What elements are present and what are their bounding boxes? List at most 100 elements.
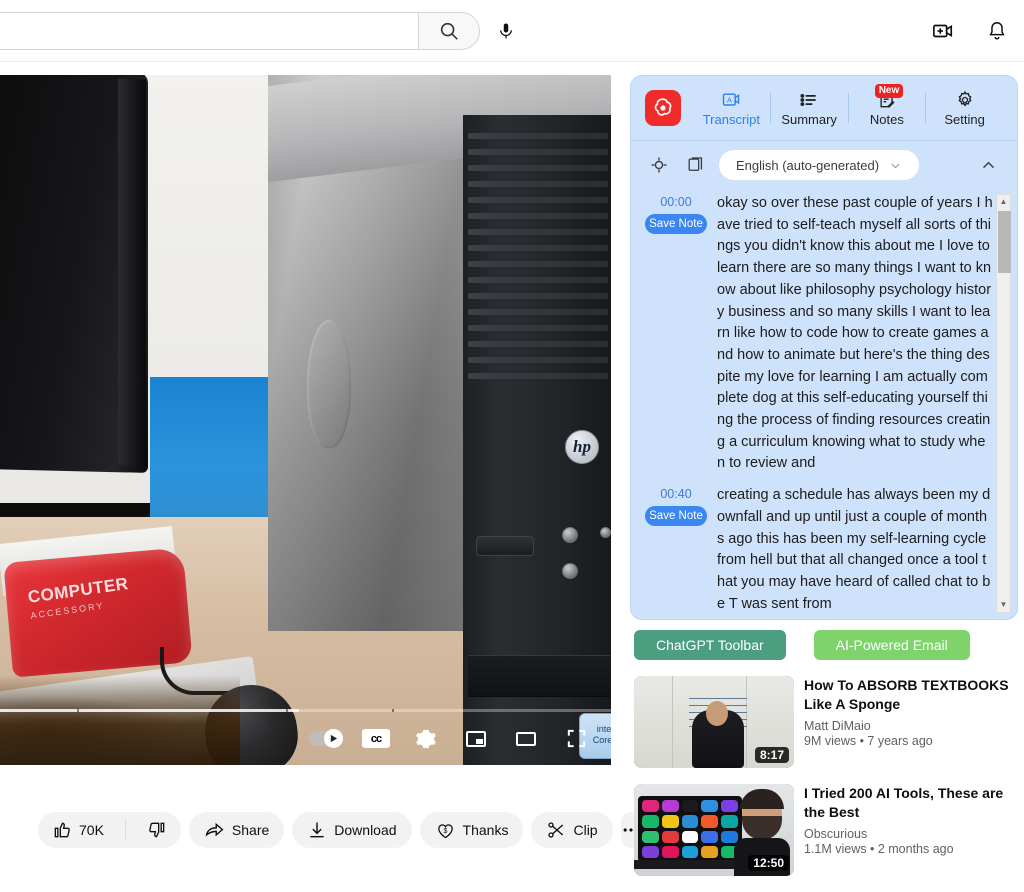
- search-button[interactable]: [418, 12, 480, 50]
- save-note-button[interactable]: Save Note: [645, 506, 707, 527]
- create-button[interactable]: [924, 12, 962, 50]
- tab-summary[interactable]: Summary: [771, 86, 848, 131]
- video-meta: 9M views • 7 years ago: [804, 734, 933, 748]
- video-channel[interactable]: Matt DiMaio: [804, 719, 1024, 733]
- chevron-up-icon: [982, 161, 994, 168]
- play-icon: [330, 734, 338, 743]
- transcript-item-controls: 00:00 Save Note: [645, 193, 707, 475]
- transcript-item-controls: 00:40 Save Note: [645, 485, 707, 615]
- miniplayer-button[interactable]: [455, 718, 497, 760]
- miniplayer-icon: [466, 730, 486, 747]
- transcript-scrollbar[interactable]: ▲ ▼: [996, 194, 1011, 613]
- target-crosshair-icon: [651, 157, 667, 173]
- video-frame: hp intelCore2 COMPUTERACCESSORY: [0, 75, 611, 765]
- transcript-icon: A: [723, 92, 740, 106]
- language-value: English (auto-generated): [735, 157, 880, 173]
- thanks-label: Thanks: [462, 822, 509, 838]
- clip-button[interactable]: Clip: [531, 812, 613, 848]
- gear-icon: [958, 90, 972, 107]
- power-button-hardware: [476, 536, 534, 556]
- language-select[interactable]: English (auto-generated): [719, 150, 919, 180]
- copy-transcript-button[interactable]: [683, 153, 707, 177]
- video-meta: 1.1M views • 2 months ago: [804, 842, 954, 856]
- video-duration: 8:17: [754, 747, 789, 763]
- voice-search-button[interactable]: [488, 13, 524, 49]
- optical-drive-slot: [468, 655, 610, 697]
- notifications-button[interactable]: [978, 12, 1016, 50]
- cc-icon: cc: [362, 729, 390, 748]
- search-icon: [440, 22, 458, 40]
- settings-button[interactable]: [405, 718, 447, 760]
- like-button[interactable]: 70K: [38, 812, 118, 848]
- bell-icon: [989, 22, 1005, 40]
- chatgpt-transcript-panel: A Transcript Summary New Notes Setting E…: [630, 75, 1018, 620]
- tab-transcript[interactable]: A Transcript: [693, 86, 770, 131]
- suggested-videos-list: 8:17 How To ABSORB TEXTBOOKS Like A Spon…: [634, 676, 1024, 892]
- list-item[interactable]: 12:50 I Tried 200 AI Tools, These are th…: [634, 784, 1024, 876]
- like-count: 70K: [79, 822, 104, 838]
- share-label: Share: [231, 822, 270, 838]
- theater-mode-icon: [516, 731, 536, 746]
- transcript-item[interactable]: 00:00 Save Note okay so over these past …: [639, 189, 993, 481]
- transcript-list: 00:00 Save Note okay so over these past …: [631, 189, 1017, 619]
- video-info: I Tried 200 AI Tools, These are the Best…: [804, 784, 1024, 876]
- chatgpt-toolbar-promo-button[interactable]: ChatGPT Toolbar: [634, 630, 786, 660]
- top-bar-actions: [924, 12, 1016, 50]
- video-thumbnail[interactable]: 8:17: [634, 676, 794, 768]
- chevron-down-icon: [891, 162, 900, 168]
- like-dislike-group: 70K: [38, 812, 181, 848]
- autoplay-toggle[interactable]: [305, 718, 347, 760]
- scroll-down-arrow[interactable]: ▼: [1000, 600, 1008, 610]
- scroll-to-current-button[interactable]: [647, 153, 671, 177]
- chatgpt-logo-icon: [645, 90, 681, 126]
- download-icon: [310, 822, 324, 838]
- video-channel[interactable]: Obscurious: [804, 827, 1024, 841]
- video-info: How To ABSORB TEXTBOOKS Like A Sponge Ma…: [804, 676, 1024, 768]
- video-player[interactable]: hp intelCore2 COMPUTERACCESSORY: [0, 75, 611, 765]
- tab-transcript-label: Transcript: [702, 111, 761, 127]
- tab-setting[interactable]: Setting: [926, 86, 1003, 131]
- search-bar: [0, 12, 480, 50]
- tab-notes-label: Notes: [869, 111, 904, 127]
- top-bar: [0, 0, 1024, 62]
- video-title[interactable]: I Tried 200 AI Tools, These are the Best: [804, 784, 1024, 822]
- thanks-button[interactable]: $ Thanks: [419, 812, 524, 848]
- video-title[interactable]: How To ABSORB TEXTBOOKS Like A Sponge: [804, 676, 1024, 714]
- tab-notes[interactable]: New Notes: [849, 83, 926, 131]
- transcript-scroll-area[interactable]: 00:00 Save Note okay so over these past …: [639, 189, 1017, 619]
- thanks-heart-icon: $: [437, 823, 453, 838]
- list-item[interactable]: 8:17 How To ABSORB TEXTBOOKS Like A Spon…: [634, 676, 1024, 768]
- video-thumbnail[interactable]: 12:50: [634, 784, 794, 876]
- save-note-button[interactable]: Save Note: [645, 214, 707, 234]
- search-input[interactable]: [0, 12, 418, 50]
- thumbs-up-icon: [54, 822, 70, 838]
- ai-powered-email-promo-button[interactable]: AI-Powered Email: [813, 630, 970, 660]
- gear-icon: [416, 729, 436, 748]
- fullscreen-button[interactable]: [555, 718, 597, 760]
- create-video-icon: [933, 24, 953, 38]
- transcript-timestamp[interactable]: 00:00: [645, 195, 707, 209]
- tab-setting-label: Setting: [944, 111, 985, 127]
- panel-tab-bar: A Transcript Summary New Notes Setting: [631, 76, 1017, 141]
- scrollbar-thumb[interactable]: [998, 211, 1011, 273]
- transcript-item[interactable]: 00:40 Save Note creating a schedule has …: [639, 481, 993, 619]
- dislike-button[interactable]: [133, 812, 181, 848]
- promo-buttons: ChatGPT Toolbar AI-Powered Email: [634, 630, 970, 660]
- transcript-timestamp[interactable]: 00:40: [645, 487, 707, 501]
- theater-mode-button[interactable]: [505, 718, 547, 760]
- tab-summary-label: Summary: [781, 111, 837, 127]
- svg-text:$: $: [443, 828, 447, 835]
- scroll-up-arrow[interactable]: ▲: [1000, 197, 1008, 207]
- share-button[interactable]: Share: [188, 812, 285, 848]
- list-icon: [800, 93, 816, 106]
- fullscreen-icon: [567, 729, 585, 748]
- copy-icon: [688, 156, 702, 171]
- collapse-panel-button[interactable]: [975, 152, 1001, 178]
- captions-button[interactable]: cc: [355, 718, 397, 760]
- download-button[interactable]: Download: [292, 812, 412, 848]
- hp-logo-badge: hp: [565, 430, 599, 464]
- video-action-bar: 70K Share Download $ Thanks Clip: [0, 803, 641, 857]
- hp-embossed-logo: [307, 320, 351, 448]
- share-icon: [205, 822, 224, 837]
- video-duration: 12:50: [748, 855, 789, 871]
